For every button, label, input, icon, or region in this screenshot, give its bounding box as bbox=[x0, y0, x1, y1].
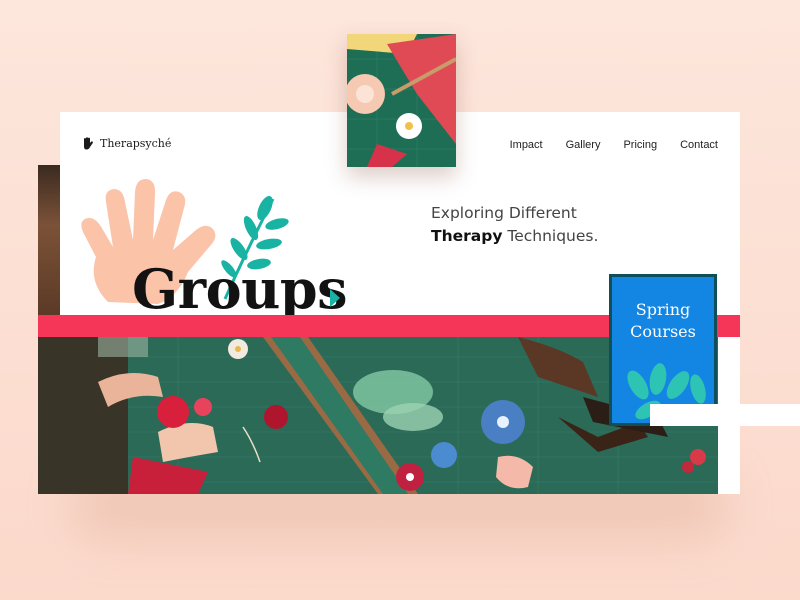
nav-pricing[interactable]: Pricing bbox=[623, 139, 657, 151]
card-title-line2: Courses bbox=[630, 322, 696, 341]
nav-impact[interactable]: Impact bbox=[510, 139, 543, 151]
nav-gallery[interactable]: Gallery bbox=[566, 139, 601, 151]
card-title: Spring Courses bbox=[612, 299, 714, 343]
play-arrow-icon[interactable] bbox=[330, 289, 340, 307]
decor-white-bar bbox=[650, 404, 800, 426]
brand-name: Therapsyché bbox=[100, 137, 172, 150]
brand-logo[interactable]: Therapsyché bbox=[82, 137, 171, 150]
hero-tagline: Exploring Different Therapy Techniques. bbox=[431, 202, 598, 248]
decor-white-bar-vertical bbox=[718, 337, 740, 404]
main-nav: Impact Gallery Pricing Contact bbox=[510, 139, 718, 151]
tagline-bold: Therapy bbox=[431, 227, 503, 245]
hand-icon bbox=[84, 137, 93, 150]
spring-courses-card-inner: Spring Courses bbox=[612, 277, 714, 423]
left-photo-strip bbox=[38, 165, 60, 315]
craft-photo-small-illustration bbox=[347, 34, 456, 167]
nav-contact[interactable]: Contact bbox=[680, 139, 718, 151]
tagline-rest: Techniques. bbox=[502, 227, 599, 245]
craft-photo-small bbox=[347, 34, 456, 167]
hero-title: Groups bbox=[132, 257, 348, 321]
tagline-line1: Exploring Different bbox=[431, 204, 577, 222]
card-title-line1: Spring bbox=[635, 300, 691, 319]
